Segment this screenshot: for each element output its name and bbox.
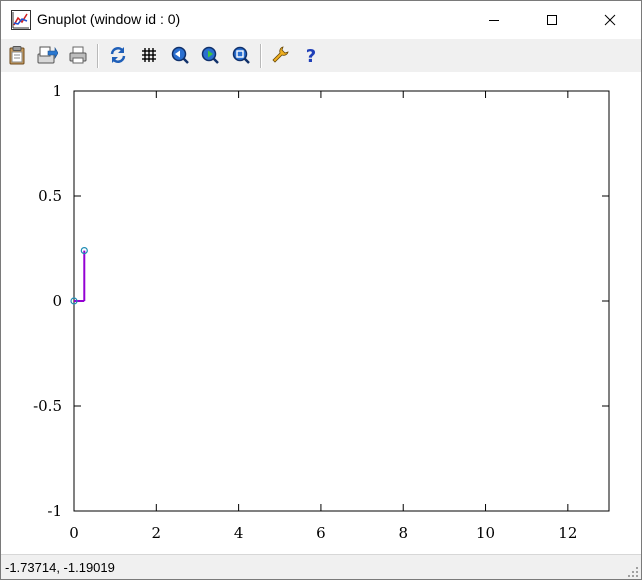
y-tick-label: 0.5 xyxy=(38,187,62,205)
copy-clipboard-button[interactable] xyxy=(6,44,28,66)
options-button[interactable] xyxy=(269,44,291,66)
replot-button[interactable] xyxy=(107,44,129,66)
svg-text:?: ? xyxy=(306,46,316,65)
gnuplot-app-icon xyxy=(11,10,31,30)
x-tick-label: 0 xyxy=(69,524,79,542)
y-tick-label: -0.5 xyxy=(33,397,62,415)
plot-canvas[interactable]: 1 0.5 0 -0.5 -1 0 2 4 6 8 10 12 xyxy=(1,72,641,554)
print-button[interactable] xyxy=(67,44,89,66)
x-tick-label: 4 xyxy=(234,524,244,542)
title-bar[interactable]: Gnuplot (window id : 0) xyxy=(1,1,641,39)
autoscale-icon xyxy=(232,46,250,64)
x-tick-label: 2 xyxy=(152,524,162,542)
wrench-icon xyxy=(272,46,289,63)
plot-border xyxy=(73,90,610,512)
maximize-icon xyxy=(547,15,557,25)
toolbar: ? xyxy=(1,39,641,72)
x-tick-label: 6 xyxy=(316,524,326,542)
y-tick-label: 1 xyxy=(52,82,62,100)
zoom-previous-icon xyxy=(171,46,189,64)
x-tick-label: 8 xyxy=(398,524,408,542)
resize-grip-icon[interactable] xyxy=(627,566,639,578)
toolbar-separator xyxy=(260,44,262,68)
close-icon xyxy=(604,14,616,26)
clipboard-icon xyxy=(9,46,25,65)
x-tick-label: 12 xyxy=(558,524,577,542)
grid-button[interactable] xyxy=(138,44,160,66)
zoom-next-icon xyxy=(201,46,219,64)
status-bar: -1.73714, -1.19019 xyxy=(1,554,641,579)
zoom-next-button[interactable] xyxy=(199,44,221,66)
y-tick-label: 0 xyxy=(52,292,62,310)
export-icon xyxy=(37,46,58,64)
y-tick-label: -1 xyxy=(47,502,62,520)
minimize-button[interactable] xyxy=(471,1,517,39)
help-button[interactable]: ? xyxy=(300,44,322,66)
gnuplot-window: Gnuplot (window id : 0) ? 1 0.5 0 -0.5 -… xyxy=(0,0,642,580)
window-title: Gnuplot (window id : 0) xyxy=(37,11,181,27)
toolbar-separator xyxy=(97,44,99,68)
close-button[interactable] xyxy=(587,1,633,39)
plot-area[interactable]: 1 0.5 0 -0.5 -1 0 2 4 6 8 10 12 xyxy=(1,72,641,554)
autoscale-button[interactable] xyxy=(230,44,252,66)
grid-icon xyxy=(142,48,156,62)
print-icon xyxy=(69,46,87,64)
mouse-coordinates: -1.73714, -1.19019 xyxy=(5,560,115,575)
replot-icon xyxy=(110,47,126,63)
minimize-icon xyxy=(489,20,499,21)
export-button[interactable] xyxy=(36,44,58,66)
maximize-button[interactable] xyxy=(529,1,575,39)
zoom-previous-button[interactable] xyxy=(169,44,191,66)
help-icon: ? xyxy=(306,46,316,65)
x-tick-label: 10 xyxy=(476,524,495,542)
